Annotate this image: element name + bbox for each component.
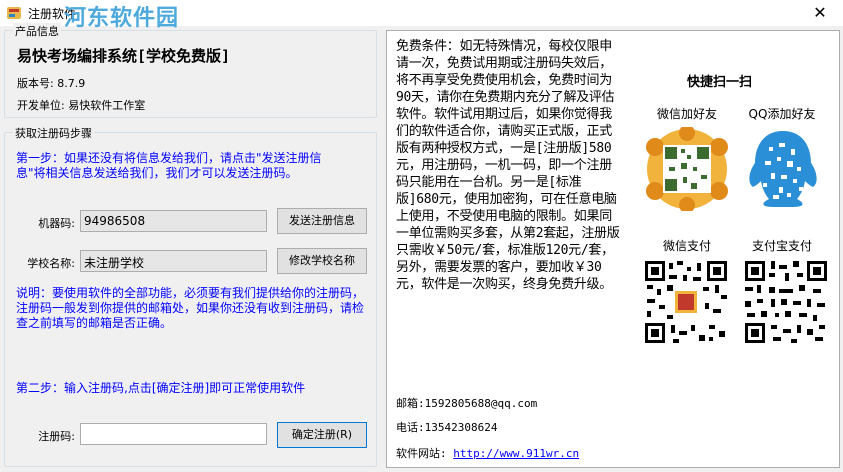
contact-website: 软件网站: http://www.911wr.cn: [396, 445, 579, 461]
contact-phone: 电话:13542308624: [396, 421, 498, 434]
app-icon: [6, 5, 22, 21]
reg-code-input[interactable]: [80, 423, 267, 445]
wechat-pay-label: 微信支付: [662, 239, 711, 253]
product-info-legend: 产品信息: [13, 23, 61, 39]
registration-steps-group: 获取注册码步骤 第一步：如果还没有将信息发给我们，请点击"发送注册信息"将相关信…: [4, 125, 377, 467]
school-name-label: 学校名称:: [27, 257, 75, 270]
machine-code-label: 机器码:: [38, 217, 75, 230]
confirm-register-button[interactable]: 确定注册(R): [277, 422, 367, 448]
send-info-button[interactable]: 发送注册信息: [277, 208, 367, 234]
product-info-group: 产品信息 易快考场编排系统[学校免费版] 版本号: 8.7.9 开发单位: 易快…: [4, 23, 377, 118]
step2-instruction: 第二步：输入注册码,点击[确定注册]即可正常使用软件: [16, 381, 306, 395]
right-panel: 免费条件：如无特殊情况，每校仅限申请一次，免费试用期或注册码失效后，将不再享受免…: [386, 30, 840, 468]
version-label: 版本号: 8.7.9: [17, 77, 86, 90]
reg-code-label: 注册码:: [38, 430, 75, 443]
title-bar: 注册软件 河东软件园 ✕: [0, 0, 843, 31]
left-panel: 产品信息 易快考场编排系统[学校免费版] 版本号: 8.7.9 开发单位: 易快…: [0, 23, 382, 472]
website-label: 软件网站:: [396, 447, 454, 460]
wechat-pay-qr-icon: [643, 259, 729, 345]
terms-text: 免费条件：如无特殊情况，每校仅限申请一次，免费试用期或注册码失效后，将不再享受免…: [396, 39, 620, 292]
wechat-add-qr-icon: [645, 127, 729, 211]
registration-steps-legend: 获取注册码步骤: [13, 125, 94, 141]
qq-add-qr-icon: [739, 127, 827, 211]
alipay-qr-icon: [743, 259, 829, 345]
developer-label: 开发单位: 易快软件工作室: [17, 99, 146, 112]
product-name: 易快考场编排系统[学校免费版]: [17, 47, 231, 65]
qq-add-label: QQ添加好友: [748, 107, 816, 121]
school-name-field[interactable]: 未注册学校: [80, 250, 267, 272]
modify-school-button[interactable]: 修改学校名称: [277, 248, 367, 274]
contact-email: 邮箱:1592805688@qq.com: [396, 397, 538, 410]
qr-section-title: 快捷扫一扫: [687, 75, 753, 90]
alipay-label: 支付宝支付: [751, 239, 812, 253]
wechat-add-label: 微信加好友: [656, 107, 717, 121]
machine-code-field[interactable]: 94986508: [80, 210, 267, 232]
step1-instruction: 第一步：如果还没有将信息发给我们，请点击"发送注册信息"将相关信息发送给我们，我…: [16, 151, 322, 180]
registration-note: 说明：要使用软件的全部功能，必须要有我们提供给你的注册码，注册码一般发到你提供的…: [16, 286, 365, 330]
close-button[interactable]: ✕: [797, 0, 843, 26]
website-link[interactable]: http://www.911wr.cn: [453, 447, 579, 460]
